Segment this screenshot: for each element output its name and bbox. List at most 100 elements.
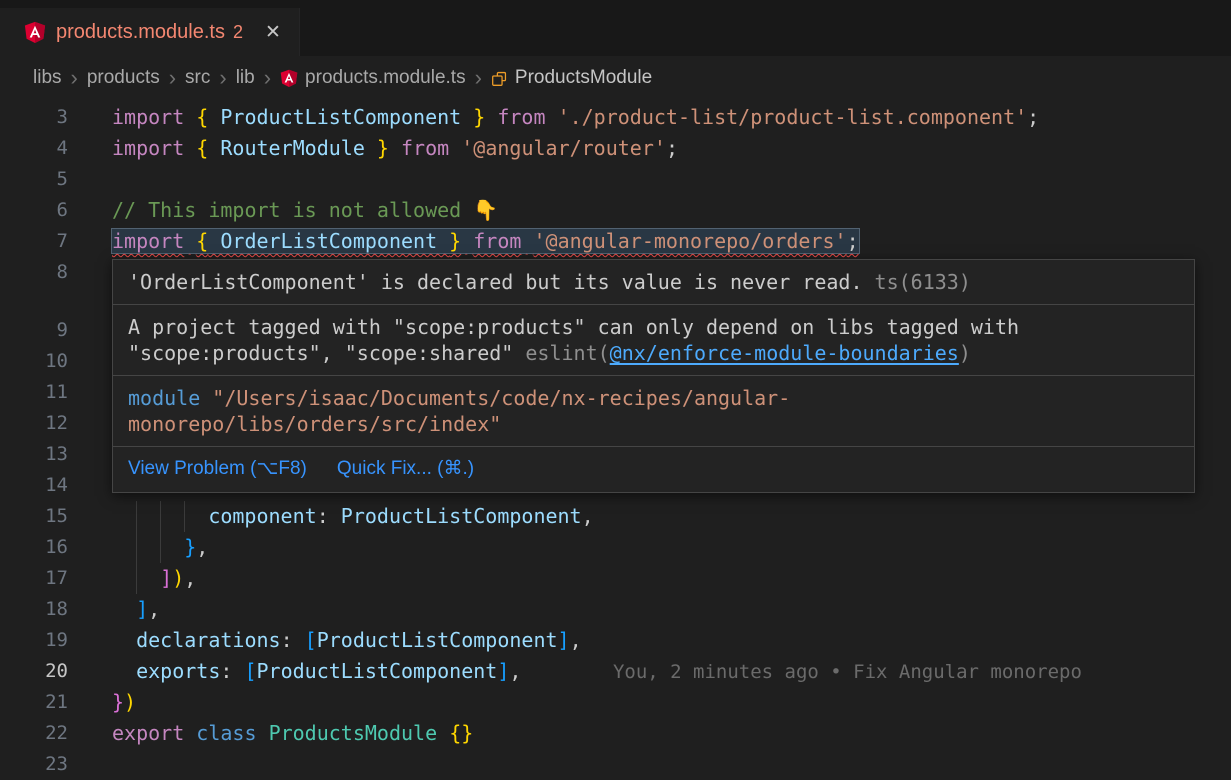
code-editor[interactable]: 3import { ProductListComponent } from '.… xyxy=(0,100,1231,780)
code-line-20: 20exports: [ProductListComponent],You, 2… xyxy=(0,656,1231,687)
code-token: ProductListComponent xyxy=(208,105,473,129)
code-token: // This import is not allowed xyxy=(112,198,473,222)
code-token: import xyxy=(112,136,184,160)
code-token: ] xyxy=(136,597,148,621)
code-line-content: }, xyxy=(112,532,208,563)
code-line-7: 7import { OrderListComponent } from '@an… xyxy=(0,226,1231,257)
line-number[interactable]: 12 xyxy=(0,408,112,439)
code-token: , xyxy=(148,597,160,621)
code-line-22: 22export class ProductsModule {} xyxy=(0,718,1231,749)
indent-guide xyxy=(160,532,184,563)
code-token: , xyxy=(509,659,521,683)
code-token: import xyxy=(112,229,184,253)
breadcrumb-separator-icon: › xyxy=(169,67,176,89)
breadcrumb-item-productsmodule[interactable]: ProductsModule xyxy=(491,67,652,89)
code-line-content: ], xyxy=(112,594,160,625)
code-token: declarations xyxy=(136,628,281,652)
eslint-rule-link[interactable]: @nx/enforce-module-boundaries xyxy=(610,341,959,365)
code-line-content: }) xyxy=(112,687,136,718)
line-number[interactable]: 20 xyxy=(0,656,112,687)
code-line-4: 4import { RouterModule } from '@angular/… xyxy=(0,133,1231,164)
code-line-content: ]), xyxy=(112,563,196,594)
code-token xyxy=(184,105,196,129)
line-number[interactable]: 18 xyxy=(0,594,112,625)
line-number[interactable]: 17 xyxy=(0,563,112,594)
code-line-content: export class ProductsModule {} xyxy=(112,718,473,749)
line-number[interactable]: 23 xyxy=(0,749,112,780)
code-token: : xyxy=(281,628,305,652)
tab-bar: products.module.ts 2 ✕ xyxy=(0,0,1231,56)
breadcrumb-item-products[interactable]: products xyxy=(87,67,160,89)
code-token: : xyxy=(220,659,244,683)
code-line-17: 17]), xyxy=(0,563,1231,594)
code-token: [ xyxy=(244,659,256,683)
code-token: '@angular/router' xyxy=(461,136,666,160)
line-number[interactable]: 4 xyxy=(0,133,112,164)
line-number[interactable]: 7 xyxy=(0,226,112,257)
angular-icon xyxy=(280,69,298,87)
code-token: '@angular-monorepo/orders' xyxy=(533,229,846,253)
line-number[interactable]: 16 xyxy=(0,532,112,563)
breadcrumb: libs›products›src›lib› products.module.t… xyxy=(0,56,1231,100)
hover-text: module xyxy=(128,386,200,410)
code-token: [ xyxy=(305,628,317,652)
line-number[interactable]: 8 xyxy=(0,257,112,288)
code-token: OrderListComponent xyxy=(208,229,449,253)
line-number[interactable]: 13 xyxy=(0,439,112,470)
code-token xyxy=(184,136,196,160)
code-token: ] xyxy=(160,566,172,590)
view-problem-action[interactable]: View Problem (⌥F8) xyxy=(128,457,307,480)
indent-guide xyxy=(112,625,136,656)
code-token: export xyxy=(112,721,184,745)
tab-problems-badge: 2 xyxy=(233,22,243,43)
code-token xyxy=(521,229,533,253)
code-line-15: 15component: ProductListComponent, xyxy=(0,501,1231,532)
breadcrumb-item-lib[interactable]: lib xyxy=(236,67,255,89)
tab-title: products.module.ts xyxy=(56,21,225,44)
line-number[interactable]: 22 xyxy=(0,718,112,749)
quick-fix-action[interactable]: Quick Fix... (⌘.) xyxy=(337,457,474,480)
hover-action-bar: View Problem (⌥F8) Quick Fix... (⌘.) xyxy=(113,447,1194,492)
line-number[interactable]: 9 xyxy=(0,315,112,346)
line-number[interactable]: 14 xyxy=(0,470,112,501)
code-token: exports xyxy=(136,659,220,683)
hover-text: "/Users/isaac/Documents/code/nx-recipes/… xyxy=(128,386,790,436)
code-token: : xyxy=(317,504,341,528)
hover-popup: 'OrderListComponent' is declared but its… xyxy=(112,259,1195,493)
line-number[interactable]: 19 xyxy=(0,625,112,656)
code-token: } xyxy=(473,105,485,129)
code-line-16: 16}, xyxy=(0,532,1231,563)
breadcrumb-item-src[interactable]: src xyxy=(185,67,210,89)
code-token: ) xyxy=(124,690,136,714)
line-number[interactable]: 10 xyxy=(0,346,112,377)
code-token xyxy=(184,229,196,253)
angular-icon xyxy=(24,21,46,43)
git-blame-annotation: You, 2 minutes ago • Fix Angular monorep… xyxy=(613,661,1082,683)
line-number[interactable]: 21 xyxy=(0,687,112,718)
code-token: , xyxy=(184,566,196,590)
line-number[interactable]: 3 xyxy=(0,102,112,133)
code-token xyxy=(546,105,558,129)
code-token: from xyxy=(401,136,449,160)
indent-guide xyxy=(112,563,136,594)
line-number[interactable]: 5 xyxy=(0,164,112,195)
tab-products-module-ts[interactable]: products.module.ts 2 ✕ xyxy=(0,8,300,56)
line-number[interactable]: 6 xyxy=(0,195,112,226)
code-token: RouterModule xyxy=(208,136,377,160)
code-token: } xyxy=(112,690,124,714)
indent-guide xyxy=(184,501,208,532)
angular-icon xyxy=(24,21,46,43)
line-number[interactable]: 11 xyxy=(0,377,112,408)
code-token: {} xyxy=(449,721,473,745)
code-line-content: component: ProductListComponent, xyxy=(112,501,594,532)
code-line-21: 21}) xyxy=(0,687,1231,718)
indent-guide xyxy=(136,501,160,532)
breadcrumb-item-libs[interactable]: libs xyxy=(33,67,62,89)
code-token xyxy=(485,105,497,129)
code-token: ; xyxy=(1027,105,1039,129)
breadcrumb-item-products-module-ts[interactable]: products.module.ts xyxy=(280,67,466,89)
code-line-18: 18], xyxy=(0,594,1231,625)
tab-close-icon[interactable]: ✕ xyxy=(265,21,281,44)
line-number[interactable]: 15 xyxy=(0,501,112,532)
code-token xyxy=(461,229,473,253)
